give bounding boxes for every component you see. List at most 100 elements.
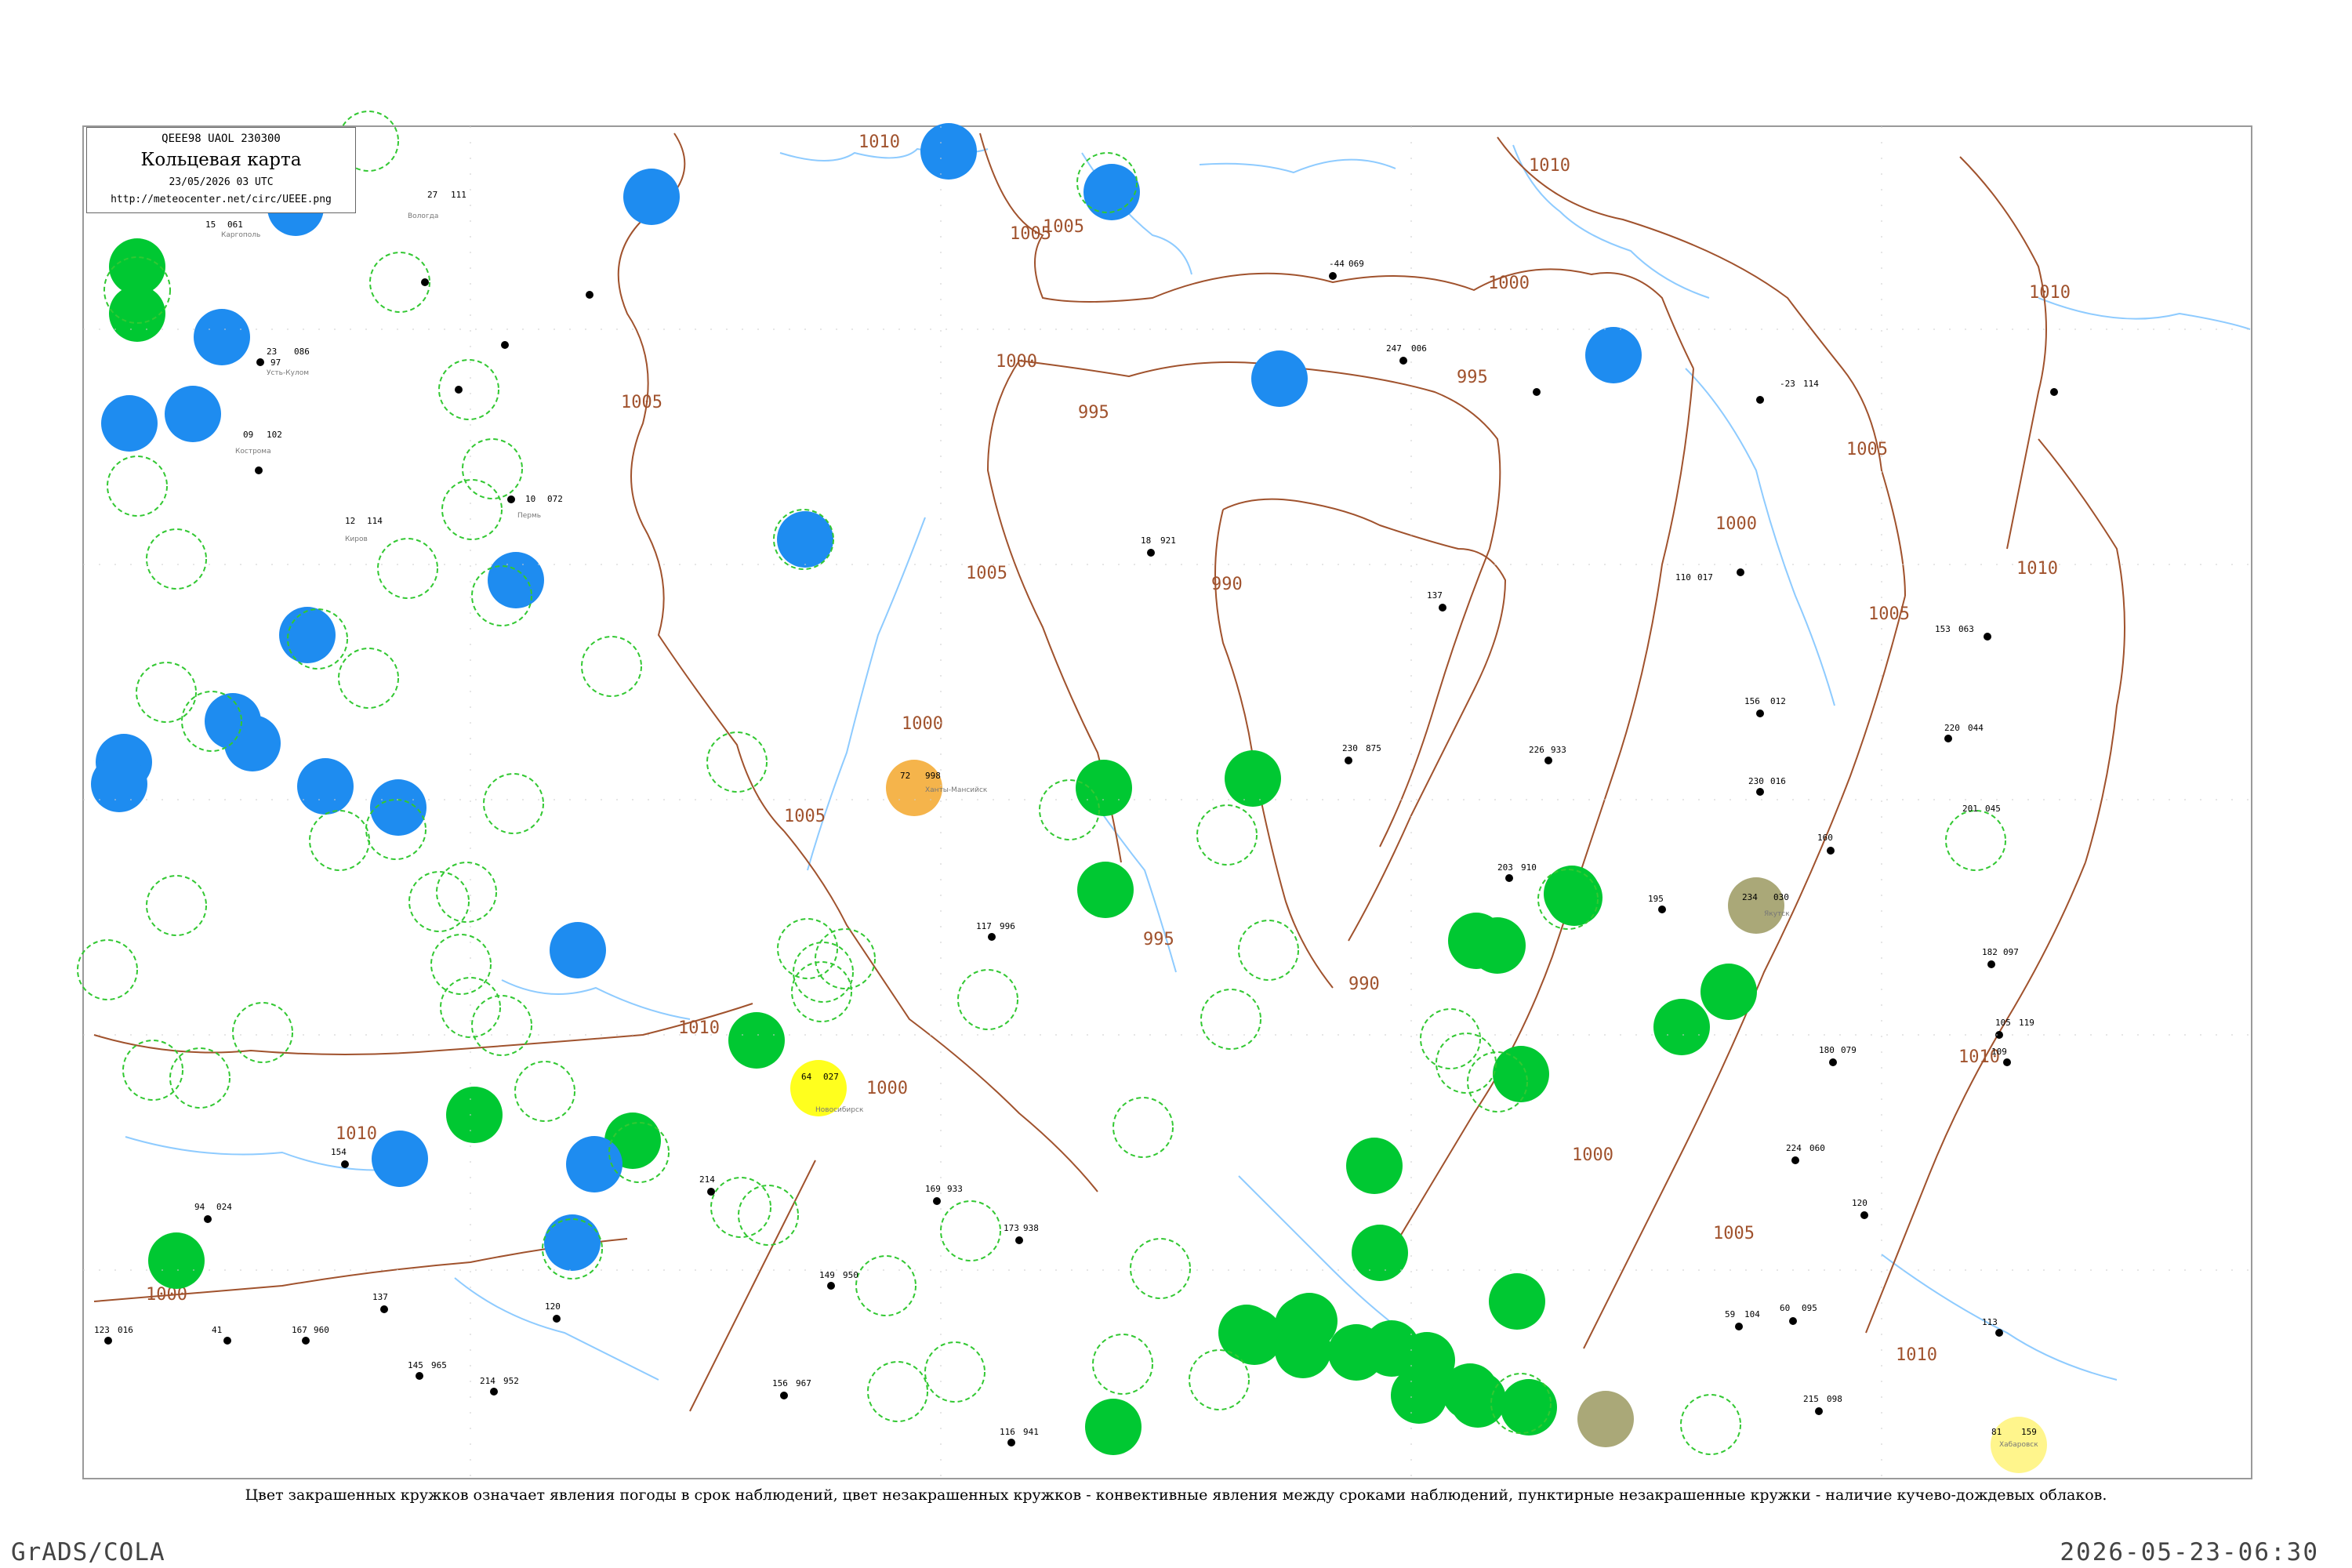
svg-text:102: 102 (267, 430, 282, 440)
svg-text:875: 875 (1366, 743, 1381, 753)
svg-text:-44: -44 (1329, 259, 1345, 269)
isobar-label: 1000 (996, 352, 1037, 372)
cb-rings (77, 111, 2006, 1455)
svg-text:81: 81 (1991, 1427, 2002, 1437)
svg-text:114: 114 (1803, 379, 1819, 389)
svg-text:97: 97 (270, 358, 281, 368)
isobar-label: 1000 (866, 1079, 908, 1098)
isobar-label: 1000 (1715, 514, 1757, 534)
svg-text:12: 12 (345, 516, 355, 526)
svg-text:59: 59 (1725, 1309, 1735, 1319)
svg-text:234: 234 (1742, 892, 1758, 902)
isobar-label: 995 (1078, 403, 1109, 423)
svg-text:137: 137 (1427, 590, 1443, 601)
svg-text:195: 195 (1648, 894, 1664, 904)
isobar-label: 1005 (784, 807, 826, 826)
svg-text:086: 086 (294, 347, 310, 357)
isobar-label: 1000 (902, 714, 943, 734)
svg-text:18: 18 (1141, 535, 1151, 546)
isobar-label: 1000 (1572, 1145, 1613, 1165)
map-source-url[interactable]: http://meteocenter.net/circ/UEEE.png (87, 194, 355, 205)
map-datetime: 23/05/2026 03 UTC (169, 176, 274, 188)
svg-text:64: 64 (801, 1072, 812, 1082)
map-caption: Цвет закрашенных кружков означает явлени… (245, 1486, 2107, 1504)
svg-text:910: 910 (1521, 862, 1537, 873)
station-dust (1577, 1391, 1634, 1447)
svg-text:012: 012 (1770, 696, 1786, 706)
isobar-label: 1005 (1868, 604, 1910, 624)
svg-text:27: 27 (427, 190, 437, 200)
svg-text:Пермь: Пермь (517, 512, 541, 520)
svg-text:941: 941 (1023, 1427, 1039, 1437)
svg-text:027: 027 (823, 1072, 839, 1082)
svg-text:230: 230 (1342, 743, 1358, 753)
svg-text:114: 114 (367, 516, 383, 526)
isobar-label: 1010 (2029, 283, 2071, 303)
svg-text:10: 10 (525, 494, 535, 504)
svg-text:016: 016 (1770, 776, 1786, 786)
svg-text:120: 120 (545, 1301, 561, 1312)
svg-text:998: 998 (925, 771, 941, 781)
map-info-box: QEEE98 UAOL 230300 Кольцевая карта 23/05… (86, 127, 356, 213)
svg-text:109: 109 (1991, 1047, 2007, 1057)
svg-text:173: 173 (1004, 1223, 1019, 1233)
svg-text:097: 097 (2003, 947, 2019, 957)
svg-text:104: 104 (1744, 1309, 1760, 1319)
svg-text:045: 045 (1985, 804, 2001, 814)
svg-text:156: 156 (1744, 696, 1760, 706)
svg-text:967: 967 (796, 1378, 811, 1388)
svg-text:111: 111 (451, 190, 466, 200)
isobar-label: 1010 (858, 132, 900, 152)
svg-text:965: 965 (431, 1360, 447, 1370)
svg-text:Новосибирск: Новосибирск (815, 1106, 864, 1114)
svg-text:017: 017 (1697, 572, 1713, 583)
svg-text:156: 156 (772, 1378, 788, 1388)
svg-text:Хабаровск: Хабаровск (1999, 1441, 2038, 1449)
svg-text:145: 145 (408, 1360, 423, 1370)
svg-text:061: 061 (227, 220, 243, 230)
software-credit: GrADS/COLA (11, 1538, 165, 1566)
isobar-label: 1005 (966, 564, 1007, 583)
svg-text:079: 079 (1841, 1045, 1857, 1055)
isobar-label: 1000 (1488, 274, 1530, 293)
svg-text:Кострома: Кострома (235, 448, 271, 456)
isobar-label: 1010 (1896, 1345, 1937, 1365)
svg-text:153: 153 (1935, 624, 1951, 634)
isobar-label: 1005 (621, 393, 662, 412)
svg-text:203: 203 (1497, 862, 1513, 873)
svg-text:Киров: Киров (345, 535, 368, 543)
svg-text:116: 116 (1000, 1427, 1015, 1437)
svg-text:921: 921 (1160, 535, 1176, 546)
svg-text:069: 069 (1348, 259, 1364, 269)
svg-text:030: 030 (1773, 892, 1789, 902)
svg-text:220: 220 (1944, 723, 1960, 733)
isobar-labels: 1010 1005 1000 995 990 995 1000 1005 101… (146, 132, 2071, 1365)
svg-text:119: 119 (2019, 1018, 2034, 1028)
svg-text:214: 214 (480, 1376, 495, 1386)
svg-text:063: 063 (1958, 624, 1974, 634)
svg-text:159: 159 (2021, 1427, 2037, 1437)
stations-filled-snow (91, 123, 1642, 1271)
svg-text:113: 113 (1982, 1317, 1998, 1327)
isobar-label: 995 (1143, 930, 1174, 949)
svg-text:950: 950 (843, 1270, 858, 1280)
svg-text:180: 180 (1819, 1045, 1835, 1055)
svg-text:960: 960 (314, 1325, 329, 1335)
svg-text:224: 224 (1786, 1143, 1802, 1153)
svg-text:095: 095 (1802, 1303, 1817, 1313)
svg-text:Якутск: Якутск (1764, 910, 1790, 918)
isobar-label: 990 (1348, 975, 1380, 994)
svg-text:044: 044 (1968, 723, 1984, 733)
isobar-label: 1005 (1713, 1224, 1755, 1243)
svg-text:182: 182 (1982, 947, 1998, 957)
svg-text:41: 41 (212, 1325, 222, 1335)
rivers-layer (125, 144, 2251, 1381)
svg-text:214: 214 (699, 1174, 715, 1185)
svg-text:169: 169 (925, 1184, 941, 1194)
svg-text:154: 154 (331, 1147, 347, 1157)
isobar-label: 1010 (336, 1124, 377, 1144)
svg-text:Каргополь: Каргополь (221, 231, 260, 239)
svg-text:938: 938 (1023, 1223, 1039, 1233)
svg-text:72: 72 (900, 771, 910, 781)
svg-text:060: 060 (1809, 1143, 1825, 1153)
